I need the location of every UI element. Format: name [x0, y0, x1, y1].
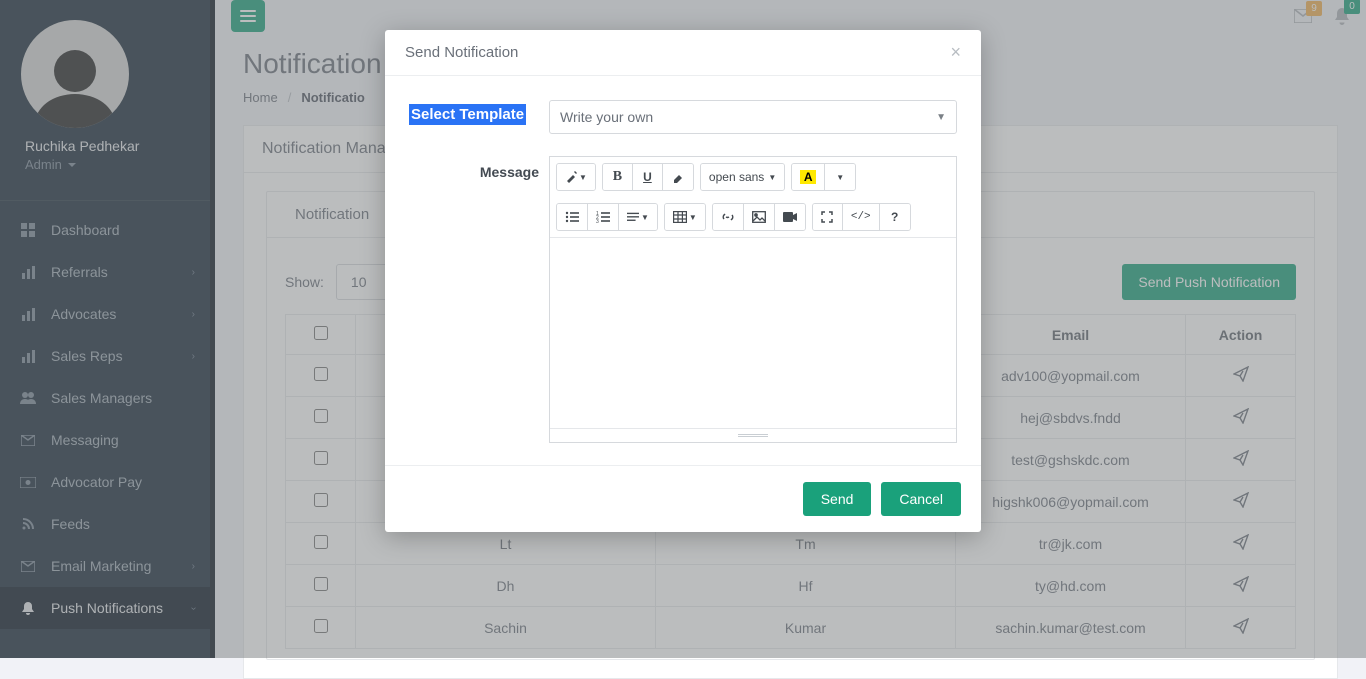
rich-text-editor: ▼ B U open sans ▼	[549, 156, 957, 443]
select-template-label: Select Template	[409, 104, 526, 125]
svg-text:3: 3	[596, 219, 599, 223]
font-color-button[interactable]: A	[792, 164, 825, 190]
send-button[interactable]: Send	[803, 482, 872, 516]
editor-textarea[interactable]	[550, 238, 956, 428]
font-family-select[interactable]: open sans ▼	[701, 164, 784, 190]
fullscreen-button[interactable]	[813, 204, 843, 230]
underline-button[interactable]: U	[633, 164, 663, 190]
cancel-button[interactable]: Cancel	[881, 482, 961, 516]
bold-button[interactable]: B	[603, 164, 633, 190]
codeview-button[interactable]: </>	[843, 204, 880, 230]
template-selected-value: Write your own	[560, 109, 653, 125]
send-notification-modal: Send Notification × Select Template Writ…	[385, 30, 981, 532]
link-button[interactable]	[713, 204, 744, 230]
paragraph-button[interactable]: ▼	[619, 204, 657, 230]
message-label: Message	[409, 156, 539, 180]
template-select[interactable]: Write your own ▼	[549, 100, 957, 134]
caret-down-icon: ▼	[936, 112, 946, 123]
table-button[interactable]: ▼	[665, 204, 705, 230]
magic-button[interactable]: ▼	[557, 164, 595, 190]
video-button[interactable]	[775, 204, 805, 230]
modal-title: Send Notification	[405, 44, 518, 61]
picture-button[interactable]	[744, 204, 775, 230]
editor-resize-handle[interactable]	[550, 428, 956, 442]
close-icon[interactable]: ×	[950, 42, 961, 63]
eraser-button[interactable]	[663, 164, 693, 190]
editor-toolbar: ▼ B U open sans ▼	[550, 157, 956, 238]
font-color-more-button[interactable]: ▼	[825, 164, 855, 190]
unordered-list-button[interactable]	[557, 204, 588, 230]
help-button[interactable]: ?	[880, 204, 910, 230]
ordered-list-button[interactable]: 123	[588, 204, 619, 230]
